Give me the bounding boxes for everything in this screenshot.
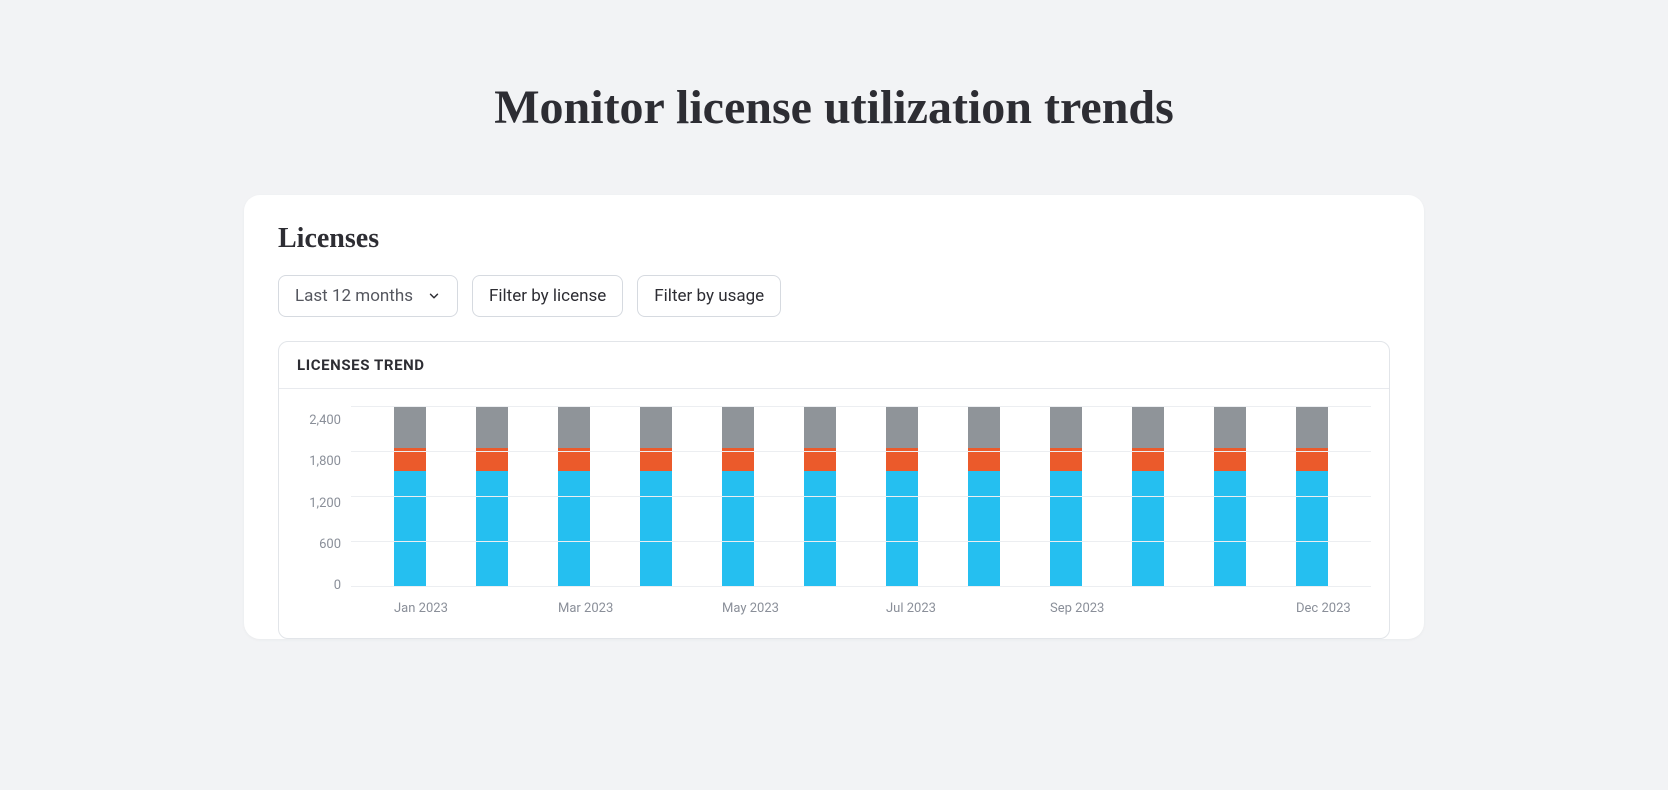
bar-segment-grey	[476, 407, 508, 448]
x-tick: Dec 2023	[1296, 601, 1328, 616]
bar	[1296, 407, 1328, 587]
bar-segment-grey	[886, 407, 918, 448]
y-tick: 600	[319, 537, 341, 552]
bar	[1132, 407, 1164, 587]
x-tick: Sep 2023	[1050, 601, 1082, 616]
bar-segment-blue	[394, 471, 426, 587]
bar-segment-blue	[722, 471, 754, 587]
bar-segment-grey	[394, 407, 426, 448]
x-tick	[476, 601, 508, 616]
bar	[476, 407, 508, 587]
bar-segment-grey	[558, 407, 590, 448]
bar-segment-grey	[1214, 407, 1246, 448]
bar-segment-grey	[1296, 407, 1328, 448]
controls-row: Last 12 months Filter by license Filter …	[278, 275, 1390, 317]
bars-container	[351, 407, 1371, 587]
bar	[1050, 407, 1082, 587]
y-tick: 2,400	[309, 413, 341, 428]
x-tick: Jan 2023	[394, 601, 426, 616]
bar-segment-blue	[640, 471, 672, 587]
bar-segment-blue	[886, 471, 918, 587]
bar	[968, 407, 1000, 587]
gridline	[351, 586, 1371, 587]
bar	[722, 407, 754, 587]
bar-segment-blue	[476, 471, 508, 587]
time-range-label: Last 12 months	[295, 286, 413, 306]
bar-segment-blue	[558, 471, 590, 587]
x-tick: Jul 2023	[886, 601, 918, 616]
bar-segment-blue	[1132, 471, 1164, 587]
bar	[394, 407, 426, 587]
time-range-dropdown[interactable]: Last 12 months	[278, 275, 458, 317]
bar-segment-blue	[968, 471, 1000, 587]
bar-segment-grey	[1050, 407, 1082, 448]
x-tick: May 2023	[722, 601, 754, 616]
page-title: Monitor license utilization trends	[50, 80, 1618, 135]
bar-segment-grey	[804, 407, 836, 448]
y-tick: 1,200	[309, 496, 341, 511]
gridline	[351, 451, 1371, 452]
bar-segment-grey	[640, 407, 672, 448]
bar	[886, 407, 918, 587]
gridline	[351, 541, 1371, 542]
x-tick	[1132, 601, 1164, 616]
bar	[640, 407, 672, 587]
gridline	[351, 496, 1371, 497]
y-tick: 1,800	[309, 454, 341, 469]
bar	[1214, 407, 1246, 587]
x-tick	[804, 601, 836, 616]
y-axis: 2,4001,8001,2006000	[297, 407, 351, 587]
chart-panel: LICENSES TREND 2,400 1,800 1,200 600 0 Jan 2…	[278, 341, 1390, 639]
card-title: Licenses	[278, 223, 1390, 255]
licenses-card: Licenses Last 12 months Filter by licens…	[244, 195, 1424, 639]
bar-segment-grey	[968, 407, 1000, 448]
gridline	[351, 406, 1371, 407]
bar-segment-blue	[804, 471, 836, 587]
filter-license-label: Filter by license	[489, 286, 606, 306]
bar-segment-blue	[1296, 471, 1328, 587]
filter-license-button[interactable]: Filter by license	[472, 275, 623, 317]
y-tick: 0	[334, 578, 341, 593]
plot-area	[351, 407, 1371, 587]
bar-segment-grey	[1132, 407, 1164, 448]
bar	[558, 407, 590, 587]
chart-header: LICENSES TREND	[279, 342, 1389, 389]
bar-segment-grey	[722, 407, 754, 448]
bar	[804, 407, 836, 587]
x-tick	[640, 601, 672, 616]
chevron-down-icon	[427, 289, 441, 303]
x-axis: Jan 2023 Mar 2023 May 2023 Jul 2023 Sep 2023…	[351, 587, 1371, 628]
bar-segment-blue	[1214, 471, 1246, 587]
x-tick: Mar 2023	[558, 601, 590, 616]
bar-segment-blue	[1050, 471, 1082, 587]
chart-body: 2,400 1,800 1,200 600 0 Jan 2023 Mar 2023 May …	[279, 389, 1389, 638]
x-tick	[1214, 601, 1246, 616]
filter-usage-button[interactable]: Filter by usage	[637, 275, 781, 317]
x-tick	[968, 601, 1000, 616]
filter-usage-label: Filter by usage	[654, 286, 764, 306]
